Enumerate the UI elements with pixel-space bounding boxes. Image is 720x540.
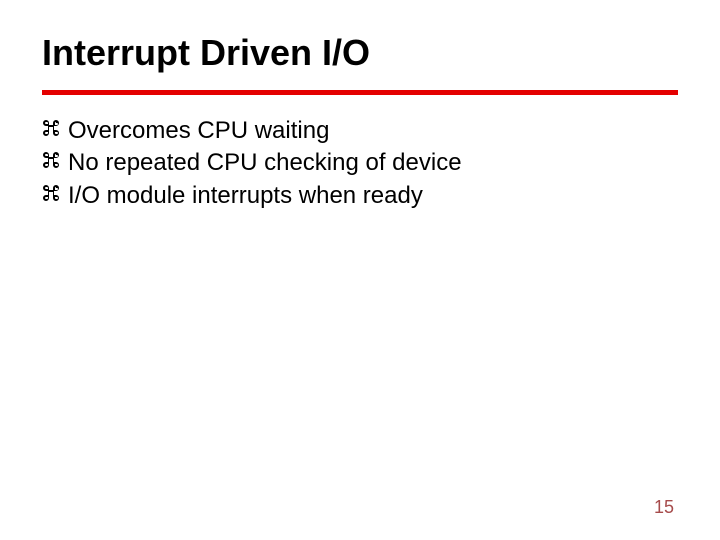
list-item: Overcomes CPU waiting [42,115,662,147]
command-icon [42,115,62,138]
page-title: Interrupt Driven I/O [42,32,370,74]
bullet-text: No repeated CPU checking of device [68,147,462,179]
list-item: No repeated CPU checking of device [42,147,662,179]
bullet-text: Overcomes CPU waiting [68,115,329,147]
command-icon [42,180,62,203]
command-icon [42,147,62,170]
title-divider [42,90,678,95]
slide: Interrupt Driven I/O Overcomes CPU waiti… [0,0,720,540]
bullet-text: I/O module interrupts when ready [68,180,423,212]
list-item: I/O module interrupts when ready [42,180,662,212]
page-number: 15 [654,497,674,518]
bullet-list: Overcomes CPU waiting No repeated CPU ch… [42,115,662,212]
